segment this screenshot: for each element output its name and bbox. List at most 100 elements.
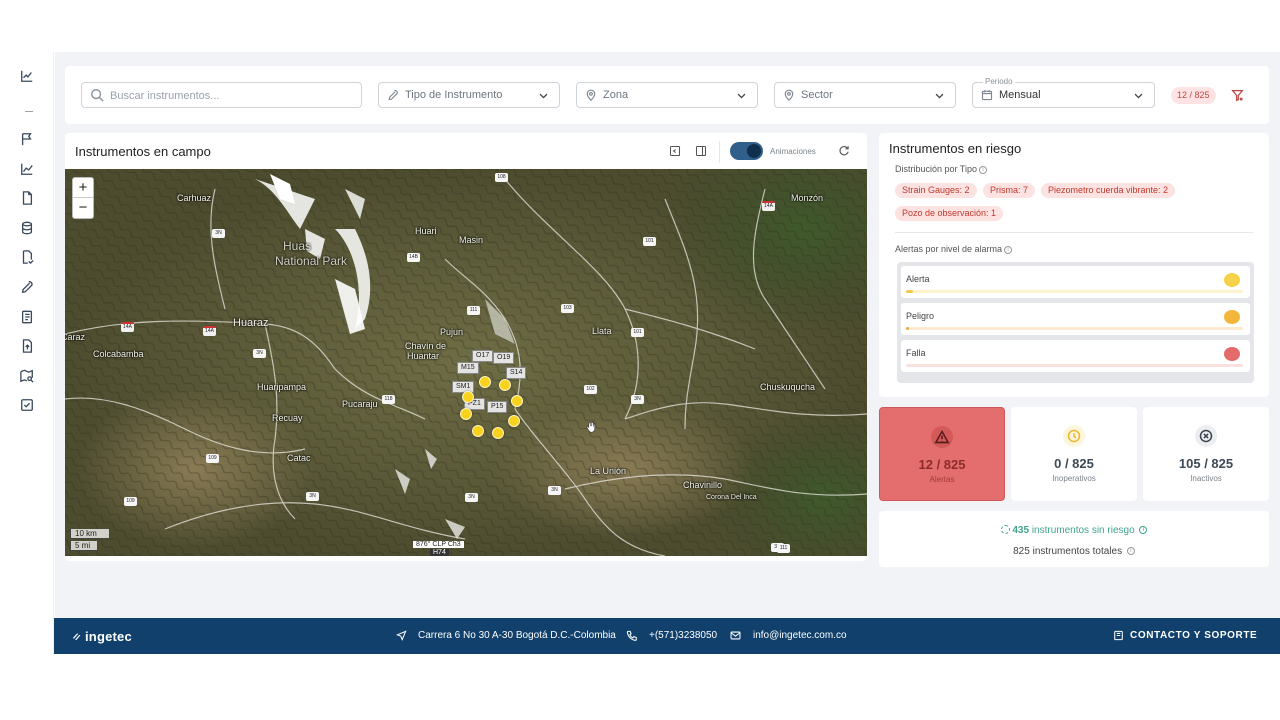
road-sign: 109 xyxy=(124,497,137,506)
map-label-corona-del-inca: Corona Del Inca xyxy=(706,494,757,501)
sidebar-item-tools[interactable] xyxy=(20,280,34,294)
alarm-row-alerta[interactable]: Alerta xyxy=(901,266,1250,298)
map-label-national-park: National Park xyxy=(275,254,348,268)
map-label-chavin-2: Huantar xyxy=(407,351,440,361)
instrument-marker[interactable] xyxy=(472,425,484,437)
app-root: Tipo de Instrumento Zona Sector Periodo … xyxy=(0,0,1280,720)
summary-panel: 435 instrumentos sin riesgo i 825 instru… xyxy=(879,511,1269,567)
scale-km: 10 km xyxy=(70,529,110,539)
alarm-level-fill xyxy=(906,327,909,330)
stat-card-inoperativos[interactable]: 0 / 825 Inoperativos xyxy=(1011,407,1137,501)
search-input[interactable] xyxy=(110,87,350,104)
road-sign: 101 xyxy=(643,237,656,246)
instrument-marker[interactable] xyxy=(511,395,523,407)
zoom-out-button[interactable]: − xyxy=(73,198,93,218)
sector-select[interactable]: Sector xyxy=(774,82,956,108)
sidebar-item-flags[interactable] xyxy=(20,132,34,146)
refresh-icon[interactable] xyxy=(838,145,850,157)
info-icon[interactable]: i xyxy=(1004,245,1013,254)
filter-bar: Tipo de Instrumento Zona Sector Periodo … xyxy=(65,66,1269,124)
map-label-monzon: Monzón xyxy=(791,193,824,203)
chevron-down-icon xyxy=(539,93,548,99)
map-label-llata: Llata xyxy=(592,326,612,336)
sidebar-item-documents[interactable] xyxy=(20,191,34,205)
instrument-marker[interactable] xyxy=(479,376,491,388)
sidebar-item-dashboard[interactable] xyxy=(20,69,34,83)
no-risk-summary: 435 instrumentos sin riesgo i xyxy=(879,525,1269,536)
stat-card-inactivos[interactable]: 105 / 825 Inactivos xyxy=(1143,407,1269,501)
map-label-recuay: Recuay xyxy=(272,413,303,423)
alarm-row-falla[interactable]: Falla xyxy=(901,340,1250,372)
risk-panel: Instrumentos en riesgo Distribución por … xyxy=(879,133,1269,397)
zone-select[interactable]: Zona xyxy=(576,82,758,108)
sidebar-item-notes[interactable] xyxy=(20,310,34,324)
footer-email[interactable]: info@ingetec.com.co xyxy=(753,630,847,641)
type-chip[interactable]: Strain Gauges: 2 xyxy=(895,183,977,198)
map-label-pucaraju: Pucaraju xyxy=(342,399,378,409)
road-sign: 3N xyxy=(212,229,225,238)
animations-toggle[interactable] xyxy=(730,142,763,160)
sidebar-item-trends[interactable] xyxy=(20,162,34,176)
zoom-in-button[interactable]: + xyxy=(73,178,93,198)
map-label-colcabamba: Colcabamba xyxy=(93,349,144,359)
instrument-label[interactable]: S14 xyxy=(506,367,527,379)
instrument-marker[interactable] xyxy=(460,408,472,420)
alarm-level-bar xyxy=(906,290,1243,293)
sidebar-item-database[interactable] xyxy=(20,221,34,235)
instrument-marker[interactable] xyxy=(508,415,520,427)
stat-label: Inoperativos xyxy=(1052,474,1096,483)
map-label-huari: Huari xyxy=(415,226,437,236)
road-sign: 103 xyxy=(561,304,574,313)
road-sign: 111 xyxy=(467,306,480,315)
info-icon[interactable]: i xyxy=(1139,526,1148,535)
notebook-icon xyxy=(21,310,33,324)
instrument-type-select[interactable]: Tipo de Instrumento xyxy=(378,82,560,108)
map-attribution-label: 876° CLP Ch3 xyxy=(413,541,464,548)
type-chip[interactable]: Prisma: 7 xyxy=(983,183,1036,198)
instrument-marker[interactable] xyxy=(462,391,474,403)
stat-card-alertas[interactable]: 12 / 825 Alertas xyxy=(879,407,1005,501)
type-chip[interactable]: Piezometro cuerda vibrante: 2 xyxy=(1041,183,1176,198)
instrument-label[interactable]: O17 xyxy=(472,350,494,362)
type-chip[interactable]: Pozo de observación: 1 xyxy=(895,206,1004,221)
footer-phone[interactable]: +(571)3238050 xyxy=(649,630,717,641)
location-pin-icon xyxy=(784,89,794,101)
no-risk-text: instrumentos sin riesgo xyxy=(1031,525,1135,536)
navigation-icon xyxy=(396,630,407,641)
instrument-marker[interactable] xyxy=(499,379,511,391)
instrument-label[interactable]: M15 xyxy=(457,362,479,374)
footer-address: Carrera 6 No 30 A-30 Bogotá D.C.-Colombi… xyxy=(418,630,616,641)
wrench-icon xyxy=(388,89,398,101)
sidebar-item-reports[interactable] xyxy=(20,250,34,264)
mail-icon xyxy=(730,631,741,640)
total-count: 825 xyxy=(1013,546,1030,557)
map-view[interactable]: Huas National Park Carhuaz Huaraz Caraz … xyxy=(65,169,867,556)
chevron-down-icon xyxy=(1134,93,1143,99)
filter-clear-icon[interactable] xyxy=(1231,89,1244,102)
map-label-chuskuqucha: Chuskuqucha xyxy=(760,382,816,392)
alarm-level-dot xyxy=(1224,347,1240,361)
road-sign: 3N xyxy=(306,492,319,501)
sidebar-item-upload[interactable] xyxy=(20,339,34,353)
sidebar-item-map[interactable] xyxy=(20,369,34,383)
instrument-label[interactable]: P15 xyxy=(487,401,508,413)
zoom-control: + − xyxy=(72,177,94,219)
fullscreen-exit-icon[interactable] xyxy=(669,145,681,157)
instrument-label[interactable]: O19 xyxy=(493,352,515,364)
road-sign: 14B xyxy=(407,253,420,262)
contact-support-link[interactable]: CONTACTO Y SOPORTE xyxy=(1130,630,1257,641)
panel-toggle-icon[interactable] xyxy=(695,145,707,157)
animations-label: Animaciones xyxy=(770,147,816,156)
alarm-level-label: Alertas por nivel de alarma i xyxy=(895,244,1013,254)
info-icon[interactable]: i xyxy=(1126,547,1135,556)
period-select[interactable]: Periodo Mensual xyxy=(972,77,1155,108)
chevron-down-icon xyxy=(935,93,944,99)
stat-label: Alertas xyxy=(929,475,955,484)
map-label-la-union: La Unión xyxy=(590,466,627,476)
info-icon[interactable]: i xyxy=(979,165,988,174)
map-label-huascaran: Huas xyxy=(283,239,312,253)
phone-icon xyxy=(626,630,637,641)
sidebar-item-tasks[interactable] xyxy=(20,398,34,412)
instrument-marker[interactable] xyxy=(492,427,504,439)
alarm-row-peligro[interactable]: Peligro xyxy=(901,303,1250,335)
